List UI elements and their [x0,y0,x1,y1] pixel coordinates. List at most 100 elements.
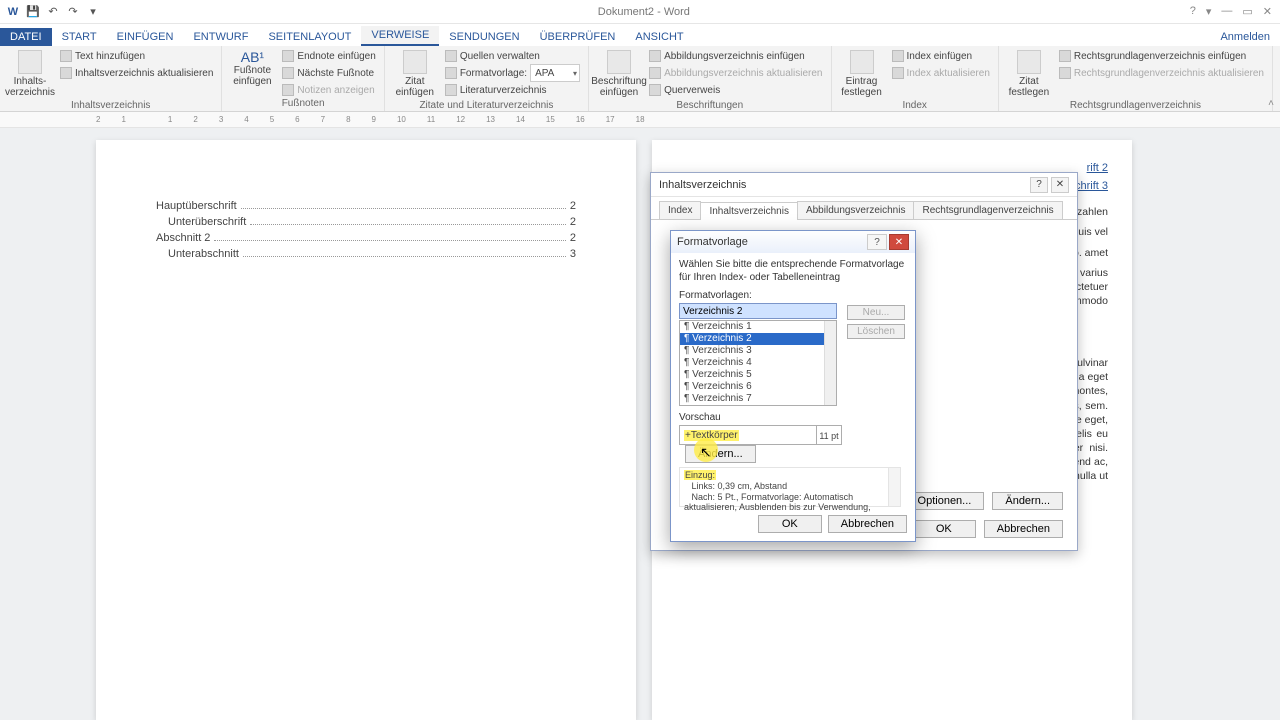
style-list-item[interactable]: ¶ Verzeichnis 2 [680,333,836,345]
style-list-item[interactable]: ¶ Verzeichnis 1 [680,321,836,333]
bibliography-button[interactable]: Literaturverzeichnis [443,82,582,98]
preview-label: Vorschau [679,412,907,423]
update-index-button: Index aktualisieren [890,65,992,81]
collapse-ribbon-icon[interactable]: ˄ [1268,98,1274,109]
toc-dialog-tab[interactable]: Abbildungsverzeichnis [797,201,915,219]
sources-icon [445,50,457,62]
style-list-item[interactable]: ¶ Verzeichnis 7 [680,393,836,405]
mark-citation-button[interactable]: Zitat festlegen [1005,48,1053,100]
next-footnote-button[interactable]: Nächste Fußnote [280,65,377,81]
tab-references[interactable]: VERWEISE [361,26,439,46]
modify-style-button[interactable]: Ändern... [685,445,756,463]
minimize-icon[interactable]: — [1221,5,1232,18]
add-text-button[interactable]: Text hinzufügen [58,48,215,64]
style-name-input[interactable] [679,303,837,319]
mark-citation-icon [1017,50,1041,74]
style-dialog-help-icon[interactable]: ? [867,234,887,250]
toc-entry[interactable]: Unterüberschrift2 [156,216,576,228]
insert-index-button[interactable]: Index einfügen [890,48,992,64]
tab-design[interactable]: ENTWURF [183,28,258,46]
style-list-item[interactable]: ¶ Verzeichnis 6 [680,381,836,393]
style-listbox[interactable]: ¶ Verzeichnis 1¶ Verzeichnis 2¶ Verzeich… [679,320,837,406]
toc-dialog-tab[interactable]: Index [659,201,701,219]
style-list-item[interactable]: ¶ Verzeichnis 5 [680,369,836,381]
toc-dialog-tab[interactable]: Inhaltsverzeichnis [700,202,797,220]
horizontal-ruler[interactable]: 21123456789101112131415161718 [0,112,1280,128]
tab-start[interactable]: START [52,28,107,46]
tab-insert[interactable]: EINFÜGEN [107,28,184,46]
help-icon[interactable]: ? [1190,5,1196,18]
window-title: Dokument2 - Word [106,6,1182,18]
toc-cancel-button[interactable]: Abbrechen [984,520,1063,538]
toc-entry[interactable]: Abschnitt 22 [156,232,576,244]
toc-ok-button[interactable]: OK [912,520,976,538]
tab-view[interactable]: ANSICHT [625,28,693,46]
citation-style-select[interactable]: APA [530,64,580,82]
toc-modify-button[interactable]: Ändern... [992,492,1063,510]
update-index-icon [892,67,904,79]
toc-entry[interactable]: Unterabschnitt3 [156,248,576,260]
tab-pagelayout[interactable]: SEITENLAYOUT [258,28,361,46]
tab-review[interactable]: ÜBERPRÜFEN [530,28,626,46]
ribbon-tabs: DATEI START EINFÜGEN ENTWURF SEITENLAYOU… [0,24,1280,46]
preview-size-label: 11 pt [816,425,842,445]
desc-scrollbar[interactable] [888,468,900,506]
style-list-label: Formatvorlagen: [679,290,907,301]
toa-icon [1059,50,1071,62]
style-dialog: Formatvorlage ? ✕ Wählen Sie bitte die e… [670,230,916,542]
mark-entry-button[interactable]: Eintrag festlegen [838,48,886,100]
insert-toa-button[interactable]: Rechtsgrundlagenverzeichnis einfügen [1057,48,1266,64]
insert-endnote-button[interactable]: Endnote einfügen [280,48,377,64]
citation-style-row: Formatvorlage: APA [443,65,582,81]
save-icon[interactable]: 💾 [26,5,40,19]
footnote-button[interactable]: AB¹Fußnote einfügen [228,48,276,89]
citation-icon [403,50,427,74]
group-label-toc: Inhaltsverzeichnis [6,100,215,112]
toc-dialog-tab[interactable]: Rechtsgrundlagenverzeichnis [913,201,1062,219]
listbox-scrollbar[interactable] [824,321,836,405]
word-icon: W [6,5,20,19]
insert-citation-button[interactable]: Zitat einfügen [391,48,439,100]
document-area: Hauptüberschrift2 Unterüberschrift2 Abschn… [0,128,1280,720]
ribbon-options-icon[interactable]: ▾ [1206,5,1212,18]
style-ok-button[interactable]: OK [758,515,822,533]
insert-caption-button[interactable]: Beschriftung einfügen [595,48,643,100]
update-tof-button: Abbildungsverzeichnis aktualisieren [647,65,824,81]
undo-icon[interactable]: ↶ [46,5,60,19]
style-list-item[interactable]: ¶ Verzeichnis 4 [680,357,836,369]
close-icon[interactable]: ✕ [1263,5,1272,18]
signin-link[interactable]: Anmelden [1210,28,1280,46]
style-dialog-close-icon[interactable]: ✕ [889,234,909,250]
toc-button[interactable]: Inhalts- verzeichnis [6,48,54,100]
page-1[interactable]: Hauptüberschrift2 Unterüberschrift2 Abschn… [96,140,636,720]
style-list-item[interactable]: ¶ Verzeichnis 3 [680,345,836,357]
style-dialog-message: Wählen Sie bitte die entsprechende Forma… [679,259,907,284]
style-list-item[interactable]: ¶ Verzeichnis 8 [680,405,836,406]
style-cancel-button[interactable]: Abbrechen [828,515,907,533]
tab-mailings[interactable]: SENDUNGEN [439,28,529,46]
qat-dropdown-icon[interactable]: ▾ [86,5,100,19]
ribbon: Inhalts- verzeichnis Text hinzufügen Inh… [0,46,1280,112]
title-bar: W 💾 ↶ ↷ ▾ Dokument2 - Word ? ▾ — ▭ ✕ [0,0,1280,24]
new-style-button: Neu... [847,305,905,320]
crossref-button[interactable]: Querverweis [647,82,824,98]
toc-dialog-close-icon[interactable]: ✕ [1051,177,1069,193]
update-tof-icon [649,67,661,79]
group-label-captions: Beschriftungen [595,100,824,112]
redo-icon[interactable]: ↷ [66,5,80,19]
group-label-citations: Zitate und Literaturverzeichnis [391,100,582,112]
toc-dialog-help-icon[interactable]: ? [1030,177,1048,193]
endnote-icon [282,50,294,62]
insert-tof-button[interactable]: Abbildungsverzeichnis einfügen [647,48,824,64]
maximize-icon[interactable]: ▭ [1242,5,1252,18]
toc-entry[interactable]: Hauptüberschrift2 [156,200,576,212]
style-description-box: Einzug: Links: 0,39 cm, Abstand Nach: 5 … [679,467,901,507]
group-label-footnotes: Fußnoten [228,98,377,110]
manage-sources-button[interactable]: Quellen verwalten [443,48,582,64]
update-toc-button[interactable]: Inhaltsverzeichnis aktualisieren [58,65,215,81]
toc-icon [18,50,42,74]
toc-dialog-title: Inhaltsverzeichnis [659,179,1027,191]
tab-file[interactable]: DATEI [0,28,52,46]
crossref-icon [649,84,661,96]
toc-options-button[interactable]: Optionen... [905,492,985,510]
